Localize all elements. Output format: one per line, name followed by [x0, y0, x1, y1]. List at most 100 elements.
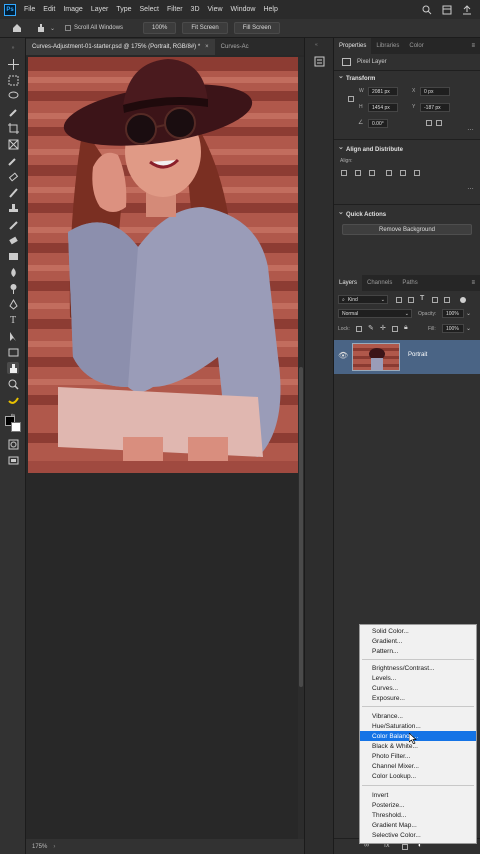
lasso-tool-icon[interactable] [7, 90, 19, 102]
menu-item-levels[interactable]: Levels... [360, 673, 476, 683]
tab-curves-second[interactable]: Curves-Ac [215, 39, 255, 55]
edit-toolbar-icon[interactable] [7, 394, 19, 406]
history-brush-tool-icon[interactable] [7, 218, 19, 230]
menu-layer[interactable]: Layer [91, 6, 109, 13]
healing-brush-tool-icon[interactable] [7, 170, 19, 182]
fit-screen-button[interactable]: Fit Screen [182, 22, 228, 34]
background-color-swatch[interactable] [11, 422, 21, 432]
menu-item-photo-filter[interactable]: Photo Filter... [360, 751, 476, 761]
menu-item-invert[interactable]: Invert [360, 790, 476, 800]
mask-icon[interactable] [402, 844, 408, 850]
menu-type[interactable]: Type [116, 6, 131, 13]
workspace-icon[interactable] [442, 5, 452, 15]
menu-item-pattern[interactable]: Pattern... [360, 646, 476, 656]
align-more-icon[interactable]: … [467, 184, 474, 191]
menu-item-solid-color[interactable]: Solid Color... [360, 626, 476, 636]
hand-tool-active-icon[interactable] [7, 362, 19, 374]
menu-image[interactable]: Image [63, 6, 82, 13]
align-header[interactable]: Align and Distribute [334, 143, 480, 156]
search-icon[interactable] [422, 5, 432, 15]
home-icon[interactable] [12, 23, 22, 33]
align-right-icon[interactable] [369, 170, 375, 176]
filter-kind-select[interactable]: ⌕ Kind ⌄ [338, 295, 388, 304]
menu-window[interactable]: Window [231, 6, 256, 13]
filter-smart-object-icon[interactable] [444, 297, 450, 303]
quick-select-tool-icon[interactable] [7, 106, 19, 118]
filter-toggle-icon[interactable] [460, 297, 466, 303]
lock-pixels-icon[interactable]: ✎ [368, 324, 374, 332]
tab-layers[interactable]: Layers [334, 275, 363, 291]
tool-preset-chevron-icon[interactable]: ⌄ [50, 25, 55, 32]
menu-item-curves[interactable]: Curves... [360, 683, 476, 693]
layers-menu-icon[interactable]: ≡ [471, 280, 475, 286]
brush-tool-icon[interactable] [7, 186, 19, 198]
menu-item-posterize[interactable]: Posterize... [360, 800, 476, 810]
height-field[interactable]: 1454 px [368, 103, 398, 112]
close-icon[interactable]: × [205, 44, 209, 50]
link-icon[interactable] [348, 96, 354, 102]
history-panel-icon[interactable] [314, 56, 325, 69]
menu-item-selective-color[interactable]: Selective Color... [360, 830, 476, 840]
angle-field[interactable]: 0.00° [368, 119, 388, 128]
filter-type-icon[interactable]: T [420, 295, 424, 302]
menu-item-exposure[interactable]: Exposure... [360, 693, 476, 703]
layer-name[interactable]: Portrait [408, 352, 427, 358]
menu-item-threshold[interactable]: Threshold... [360, 810, 476, 820]
blend-mode-select[interactable]: Normal ⌄ [338, 309, 412, 318]
align-bottom-icon[interactable] [414, 170, 420, 176]
tab-color[interactable]: Color [404, 38, 428, 54]
fill-field[interactable]: 100% [442, 324, 464, 333]
menu-help[interactable]: Help [263, 6, 277, 13]
filter-pixel-icon[interactable] [396, 297, 402, 303]
lock-position-icon[interactable]: ✛ [380, 324, 386, 332]
flip-horizontal-icon[interactable] [426, 120, 432, 126]
marquee-tool-icon[interactable] [7, 74, 19, 86]
screen-mode-icon[interactable] [7, 454, 19, 466]
vertical-scroll-thumb[interactable] [299, 367, 303, 687]
gradient-tool-icon[interactable] [7, 250, 19, 262]
lock-artboard-icon[interactable] [392, 326, 398, 332]
eraser-tool-icon[interactable] [7, 234, 19, 246]
lock-transparent-icon[interactable] [356, 326, 362, 332]
hand-tool-icon[interactable] [36, 23, 46, 33]
blur-tool-icon[interactable] [7, 266, 19, 278]
menu-item-channel-mixer[interactable]: Channel Mixer... [360, 761, 476, 771]
menu-item-black-white[interactable]: Black & White... [360, 741, 476, 751]
align-center-h-icon[interactable] [355, 170, 361, 176]
zoom-100-button[interactable]: 100% [143, 22, 177, 34]
menu-item-color-lookup[interactable]: Color Lookup... [360, 771, 476, 781]
visibility-eye-icon[interactable]: 👁︎ [338, 351, 348, 360]
type-tool-icon[interactable]: T [7, 314, 19, 326]
align-middle-v-icon[interactable] [400, 170, 406, 176]
toolbar-collapse-icon[interactable]: » [7, 42, 19, 54]
menu-item-gradient-map[interactable]: Gradient Map... [360, 820, 476, 830]
panel-menu-icon[interactable]: ≡ [471, 43, 475, 49]
share-icon[interactable] [462, 4, 472, 15]
menu-filter[interactable]: Filter [167, 6, 183, 13]
menu-edit[interactable]: Edit [43, 6, 55, 13]
filter-shape-icon[interactable] [432, 297, 438, 303]
eyedropper-tool-icon[interactable] [7, 154, 19, 166]
fill-screen-button[interactable]: Fill Screen [233, 22, 281, 34]
clone-stamp-tool-icon[interactable] [7, 202, 19, 214]
move-tool-icon[interactable] [7, 58, 19, 70]
filter-adjustment-icon[interactable] [408, 297, 414, 303]
opacity-field[interactable]: 100% [442, 309, 464, 318]
dodge-tool-icon[interactable] [7, 282, 19, 294]
zoom-tool-icon[interactable] [7, 378, 19, 390]
rectangle-tool-icon[interactable] [7, 346, 19, 358]
more-options-icon[interactable]: … [467, 125, 474, 132]
menu-item-vibrance[interactable]: Vibrance... [360, 711, 476, 721]
transform-header[interactable]: Transform [334, 72, 480, 85]
menu-item-brightness-contrast[interactable]: Brightness/Contrast... [360, 663, 476, 673]
align-left-icon[interactable] [341, 170, 347, 176]
tab-libraries[interactable]: Libraries [371, 38, 404, 54]
tab-properties[interactable]: Properties [334, 38, 372, 54]
menu-file[interactable]: File [24, 6, 35, 13]
menu-view[interactable]: View [208, 6, 223, 13]
scroll-all-checkbox[interactable] [65, 25, 72, 31]
crop-tool-icon[interactable] [7, 122, 19, 134]
menu-item-color-balance[interactable]: Color Balance... [360, 731, 476, 741]
y-field[interactable]: -187 px [420, 103, 450, 112]
status-arrow-icon[interactable]: › [53, 844, 55, 850]
